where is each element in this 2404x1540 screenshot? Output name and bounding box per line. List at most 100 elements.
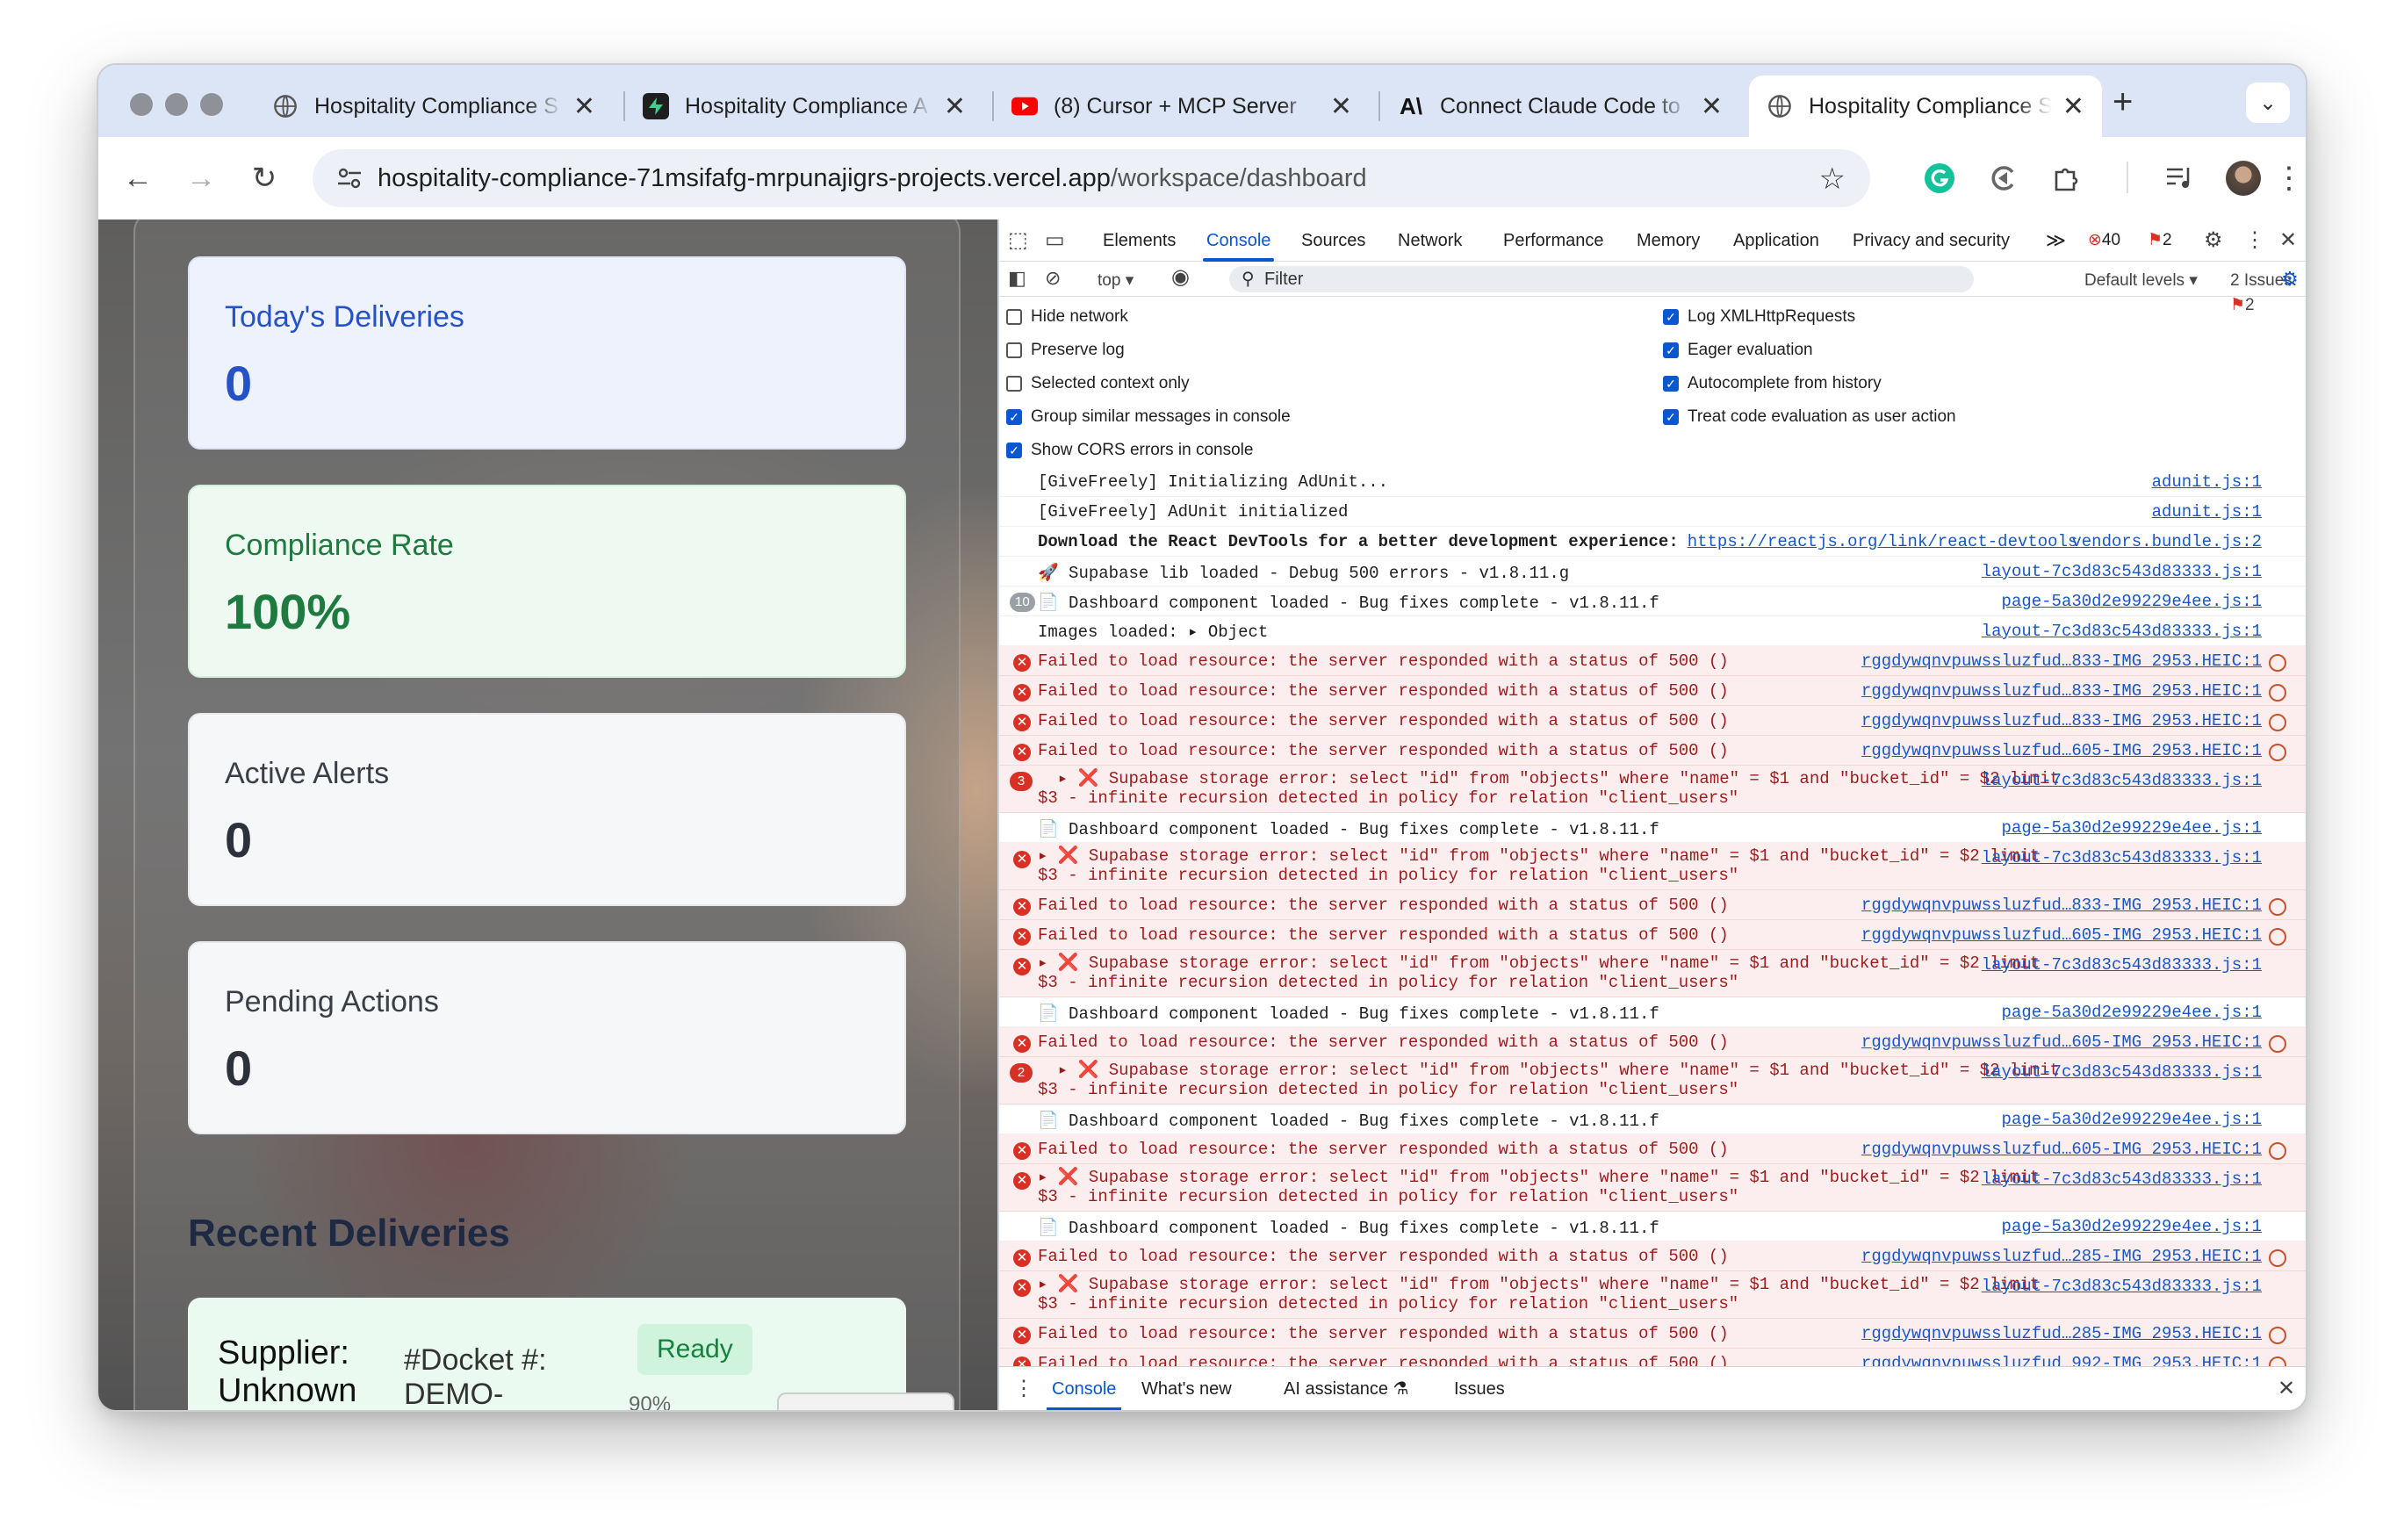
network-request-icon[interactable] xyxy=(2269,1327,2286,1344)
context-selector[interactable]: top ▾ xyxy=(1098,269,1134,293)
document-thumbnail[interactable] xyxy=(777,1392,954,1410)
console-message[interactable]: ✕ Failed to load resource: the server res… xyxy=(999,706,2306,736)
console-message[interactable]: ✕ ▸ ❌ Supabase storage error: select "id"… xyxy=(999,1164,2306,1212)
settings-gear-icon[interactable]: ⚙ xyxy=(2204,228,2223,253)
close-tab-icon[interactable]: ✕ xyxy=(2062,91,2084,122)
message-source-link[interactable]: layout-7c3d83c543d83333.js:1 xyxy=(1982,562,2262,581)
tab-network[interactable]: Network xyxy=(1398,219,1462,262)
tab-privacy-security[interactable]: Privacy and security xyxy=(1853,219,2010,262)
new-tab-button[interactable]: + xyxy=(2112,84,2133,119)
message-source-link[interactable]: layout-7c3d83c543d83333.js:1 xyxy=(1982,955,2262,975)
react-devtools-link[interactable]: https://reactjs.org/link/react-devtools xyxy=(1688,532,2078,551)
drawer-tab-console[interactable]: Console xyxy=(1046,1367,1122,1410)
sidebar-toggle-icon[interactable]: ◧ xyxy=(1008,266,1026,291)
minimize-window-button[interactable] xyxy=(165,93,188,116)
pending-actions-card[interactable]: Pending Actions 0 xyxy=(188,941,906,1134)
checkbox-unchecked-icon[interactable] xyxy=(1006,309,1022,325)
message-source-link[interactable]: rggdywqnvpuwssluzfud…605-IMG_2953.HEIC:1 xyxy=(1861,741,2262,760)
profile-avatar[interactable] xyxy=(2221,156,2265,200)
console-message[interactable]: [GiveFreely] AdUnit initialized adunit.js… xyxy=(999,497,2306,527)
setting-option[interactable]: ✓ Autocomplete from history xyxy=(1663,372,1882,395)
drawer-tab-whats-new[interactable]: What's new xyxy=(1141,1367,1232,1410)
bookmark-star-icon[interactable]: ☆ xyxy=(1819,162,1846,197)
console-message[interactable]: ✕ Failed to load resource: the server res… xyxy=(999,646,2306,676)
message-source-link[interactable]: page-5a30d2e99229e4ee.js:1 xyxy=(2002,1110,2262,1129)
close-tab-icon[interactable]: ✕ xyxy=(1701,91,1723,122)
console-message[interactable]: 🚀 Supabase lib loaded - Debug 500 errors… xyxy=(999,557,2306,586)
console-message[interactable]: ✕ Failed to load resource: the server res… xyxy=(999,736,2306,766)
network-request-icon[interactable] xyxy=(2269,744,2286,761)
console-message[interactable]: 10 📄 Dashboard component loaded - Bug fix… xyxy=(999,586,2306,616)
network-request-icon[interactable] xyxy=(2269,898,2286,916)
message-source-link[interactable]: rggdywqnvpuwssluzfud…833-IMG_2953.HEIC:1 xyxy=(1861,896,2262,915)
message-source-link[interactable]: layout-7c3d83c543d83333.js:1 xyxy=(1982,1169,2262,1189)
message-source-link[interactable]: vendors.bundle.js:2 xyxy=(2071,532,2262,551)
issue-count[interactable]: ⚑2 xyxy=(2148,219,2172,262)
drawer-menu-icon[interactable]: ⋮ xyxy=(1013,1377,1034,1401)
message-source-link[interactable]: rggdywqnvpuwssluzfud…285-IMG_2953.HEIC:1 xyxy=(1861,1324,2262,1343)
message-source-link[interactable]: rggdywqnvpuwssluzfud…833-IMG_2953.HEIC:1 xyxy=(1861,681,2262,701)
message-source-link[interactable]: layout-7c3d83c543d83333.js:1 xyxy=(1982,622,2262,641)
checkbox-checked-icon[interactable]: ✓ xyxy=(1663,409,1679,425)
close-tab-icon[interactable]: ✕ xyxy=(944,91,966,122)
extensions-puzzle-icon[interactable] xyxy=(2044,156,2088,200)
message-source-link[interactable]: rggdywqnvpuwssluzfud…992-IMG_2953.HEIC:1 xyxy=(1861,1354,2262,1366)
console-message[interactable]: ✕ Failed to load resource: the server res… xyxy=(999,1319,2306,1349)
message-source-link[interactable]: rggdywqnvpuwssluzfud…605-IMG_2953.HEIC:1 xyxy=(1861,925,2262,945)
message-source-link[interactable]: adunit.js:1 xyxy=(2152,502,2262,522)
close-window-button[interactable] xyxy=(130,93,153,116)
tab-search-button[interactable]: ⌄ xyxy=(2246,83,2290,123)
tab-elements[interactable]: Elements xyxy=(1103,219,1176,262)
tab-1[interactable]: Hospitality Compliance S ✕ xyxy=(255,76,613,137)
checkbox-unchecked-icon[interactable] xyxy=(1006,342,1022,358)
message-source-link[interactable]: layout-7c3d83c543d83333.js:1 xyxy=(1982,771,2262,790)
console-message[interactable]: ✕ Failed to load resource: the server res… xyxy=(999,676,2306,706)
drawer-tab-ai-assistance[interactable]: AI assistance ⚗ xyxy=(1284,1367,1408,1410)
checkbox-checked-icon[interactable]: ✓ xyxy=(1006,409,1022,425)
site-info-icon[interactable] xyxy=(332,167,367,190)
grammarly-extension-icon[interactable] xyxy=(1918,156,1961,200)
checkbox-unchecked-icon[interactable] xyxy=(1006,376,1022,392)
reload-button[interactable]: ↻ xyxy=(242,156,286,200)
message-source-link[interactable]: page-5a30d2e99229e4ee.js:1 xyxy=(2002,818,2262,838)
tab-application[interactable]: Application xyxy=(1733,219,1819,262)
network-request-icon[interactable] xyxy=(2269,684,2286,702)
extension-arc-icon[interactable] xyxy=(1981,156,2025,200)
console-message[interactable]: Images loaded: ▸ Object layout-7c3d83c543… xyxy=(999,616,2306,646)
message-source-link[interactable]: layout-7c3d83c543d83333.js:1 xyxy=(1982,848,2262,867)
message-source-link[interactable]: rggdywqnvpuwssluzfud…833-IMG_2953.HEIC:1 xyxy=(1861,711,2262,730)
message-source-link[interactable]: page-5a30d2e99229e4ee.js:1 xyxy=(2002,1217,2262,1236)
compliance-rate-card[interactable]: Compliance Rate 100% xyxy=(188,485,906,678)
tab-performance[interactable]: Performance xyxy=(1503,219,1604,262)
message-source-link[interactable]: page-5a30d2e99229e4ee.js:1 xyxy=(2002,1003,2262,1022)
message-source-link[interactable]: rggdywqnvpuwssluzfud…285-IMG_2953.HEIC:1 xyxy=(1861,1247,2262,1266)
zoom-window-button[interactable] xyxy=(200,93,223,116)
console-message[interactable]: Download the React DevTools for a better… xyxy=(999,527,2306,557)
tab-memory[interactable]: Memory xyxy=(1637,219,1700,262)
message-source-link[interactable]: page-5a30d2e99229e4ee.js:1 xyxy=(2002,592,2262,611)
network-request-icon[interactable] xyxy=(2269,714,2286,731)
console-message[interactable]: 📄 Dashboard component loaded - Bug fixes… xyxy=(999,1212,2306,1241)
media-controls-icon[interactable] xyxy=(2158,156,2202,200)
console-message[interactable]: ✕ ▸ ❌ Supabase storage error: select "id"… xyxy=(999,843,2306,890)
close-tab-icon[interactable]: ✕ xyxy=(573,91,595,122)
forward-button[interactable]: → xyxy=(179,156,223,200)
todays-deliveries-card[interactable]: Today's Deliveries 0 xyxy=(188,256,906,450)
tab-2[interactable]: Hospitality Compliance A ✕ xyxy=(625,76,983,137)
console-message[interactable]: ✕ Failed to load resource: the server res… xyxy=(999,1134,2306,1164)
close-drawer-icon[interactable]: ✕ xyxy=(2278,1377,2295,1401)
browser-menu-icon[interactable]: ⋮ xyxy=(2267,156,2306,200)
console-message[interactable]: [GiveFreely] Initializing AdUnit... aduni… xyxy=(999,467,2306,497)
console-message[interactable]: 3 ▸ ❌ Supabase storage error: select "id… xyxy=(999,766,2306,813)
close-tab-icon[interactable]: ✕ xyxy=(1330,91,1352,122)
log-levels-dropdown[interactable]: Default levels ▾ xyxy=(2084,269,2198,293)
checkbox-checked-icon[interactable]: ✓ xyxy=(1663,309,1679,325)
close-devtools-icon[interactable]: ✕ xyxy=(2279,228,2297,253)
message-source-link[interactable]: rggdywqnvpuwssluzfud…605-IMG_2953.HEIC:1 xyxy=(1861,1140,2262,1159)
message-source-link[interactable]: layout-7c3d83c543d83333.js:1 xyxy=(1982,1277,2262,1296)
checkbox-checked-icon[interactable]: ✓ xyxy=(1006,443,1022,458)
drawer-tab-issues[interactable]: Issues xyxy=(1454,1367,1505,1410)
setting-option[interactable]: Hide network xyxy=(1006,306,1128,328)
network-request-icon[interactable] xyxy=(2269,654,2286,672)
active-alerts-card[interactable]: Active Alerts 0 xyxy=(188,713,906,906)
